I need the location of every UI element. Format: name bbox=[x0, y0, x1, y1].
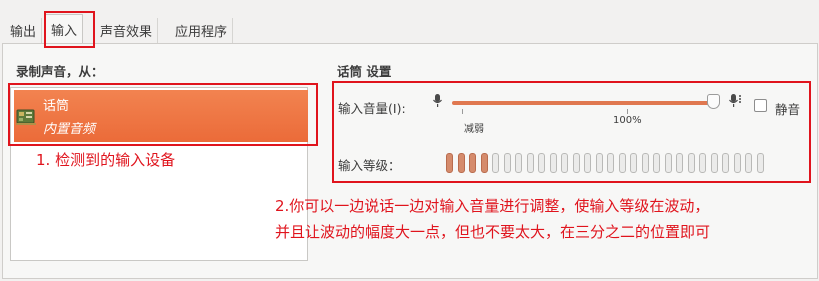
volume-slider-track[interactable] bbox=[452, 101, 715, 105]
annotation-note2-line2: 并且让波动的幅度大一点，但也不要太大，在三分之二的位置即可 bbox=[275, 223, 711, 241]
level-bar bbox=[711, 153, 718, 173]
level-bar bbox=[527, 153, 534, 173]
device-item-microphone[interactable]: 话筒 内置音频 bbox=[14, 90, 308, 142]
level-bar bbox=[538, 153, 545, 173]
tab-bar: 输出 输入 声音效果 应用程序 bbox=[0, 12, 819, 48]
annotation-note2-line1: 2.你可以一边说话一边对输入音量进行调整，使输入等级在波动， bbox=[275, 197, 710, 215]
level-bar bbox=[699, 153, 706, 173]
level-bar bbox=[515, 153, 522, 173]
volume-tick-low bbox=[462, 109, 463, 114]
level-bar bbox=[745, 153, 752, 173]
record-from-title: 录制声音，从： bbox=[16, 64, 104, 79]
level-bar bbox=[573, 153, 580, 173]
mic-low-icon bbox=[433, 94, 442, 107]
level-bar bbox=[550, 153, 557, 173]
tab-sound-effects-label: 声音效果 bbox=[100, 25, 153, 40]
mute-label: 静音 bbox=[775, 102, 801, 117]
level-bar bbox=[492, 153, 499, 173]
input-level-label: 输入等级： bbox=[338, 158, 401, 173]
level-bar bbox=[722, 153, 729, 173]
level-bar bbox=[561, 153, 568, 173]
level-bar bbox=[458, 153, 465, 173]
level-bar bbox=[607, 153, 614, 173]
level-bar bbox=[665, 153, 672, 173]
level-bar bbox=[757, 153, 764, 173]
tab-output-label: 输出 bbox=[10, 25, 37, 40]
level-bar bbox=[596, 153, 603, 173]
level-bar bbox=[504, 153, 511, 173]
level-bar bbox=[688, 153, 695, 173]
level-bar bbox=[469, 153, 476, 173]
device-description: 内置音频 bbox=[43, 122, 96, 137]
level-bar bbox=[584, 153, 591, 173]
tab-applications-label: 应用程序 bbox=[175, 25, 228, 40]
level-bar bbox=[653, 153, 660, 173]
volume-tick-low-label: 减弱 bbox=[464, 124, 484, 135]
input-volume-label: 输入音量(I): bbox=[338, 101, 406, 116]
level-bar bbox=[630, 153, 637, 173]
sound-card-icon bbox=[16, 109, 36, 125]
volume-tick-100 bbox=[627, 109, 628, 114]
device-name: 话筒 bbox=[43, 99, 70, 114]
level-bar bbox=[734, 153, 741, 173]
level-bar bbox=[676, 153, 683, 173]
tab-input-label: 输入 bbox=[51, 24, 78, 39]
mute-checkbox[interactable] bbox=[754, 99, 767, 112]
settings-title: 话筒 设置 bbox=[337, 64, 392, 79]
level-bar bbox=[481, 153, 488, 173]
level-bar bbox=[619, 153, 626, 173]
volume-tick-100-label: 100% bbox=[613, 115, 642, 126]
level-bar bbox=[642, 153, 649, 173]
annotation-note1: 1. 检测到的输入设备 bbox=[36, 151, 176, 169]
mic-high-icon bbox=[729, 94, 741, 107]
level-bar bbox=[446, 153, 453, 173]
volume-slider-handle[interactable] bbox=[707, 94, 720, 109]
